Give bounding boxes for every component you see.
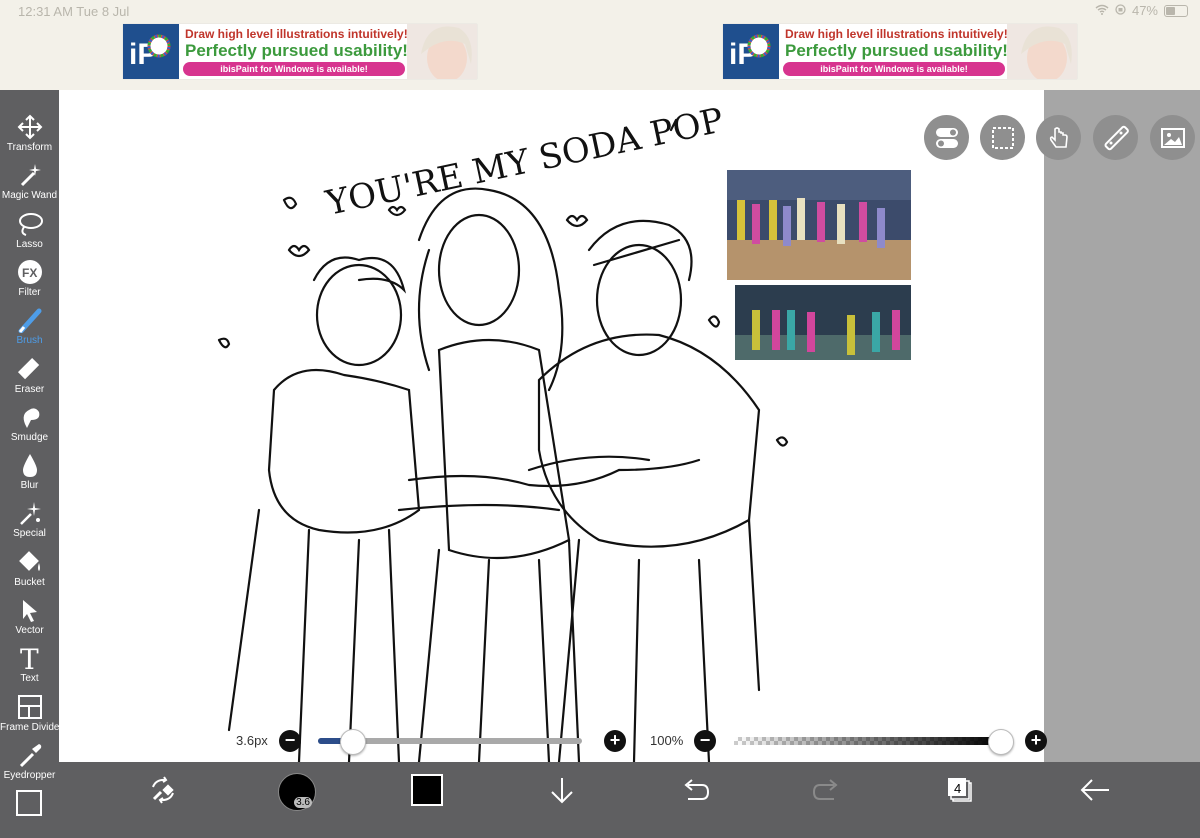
tool-label: Magic Wand xyxy=(1,190,58,202)
ad-line3: ibisPaint for Windows is available! xyxy=(783,62,1005,76)
text-icon: T xyxy=(0,645,59,671)
bottom-toolbar: 3.6 4 xyxy=(59,762,1200,818)
status-time: 12:31 AM Tue 8 Jul xyxy=(18,4,130,19)
opacity-slider-track[interactable] xyxy=(734,737,1000,745)
tool-blur[interactable]: Blur xyxy=(0,452,59,491)
battery-percent: 47% xyxy=(1131,3,1158,18)
brush-size-increase-button[interactable]: + xyxy=(604,730,626,752)
ad-banner-right[interactable]: iP Draw high level illustrations intuiti… xyxy=(723,24,1077,79)
svg-text:FX: FX xyxy=(22,266,37,280)
drawing-canvas[interactable]: YOU'RE MY SODA POP xyxy=(59,90,1044,762)
reference-image-icon[interactable] xyxy=(1150,115,1195,160)
tool-label: Vector xyxy=(15,625,44,636)
move-icon xyxy=(0,114,59,140)
tool-label: Special xyxy=(13,528,46,540)
eraser-icon xyxy=(0,356,59,382)
tool-label: Eyedropper xyxy=(3,769,56,781)
ad-line1: Draw high level illustrations intuitivel… xyxy=(785,27,1008,41)
wifi-icon xyxy=(1095,3,1109,18)
tool-label: Filter xyxy=(18,286,41,298)
canvas-frame-icon[interactable] xyxy=(16,790,42,816)
tool-brush[interactable]: Brush xyxy=(0,307,59,346)
lasso-icon xyxy=(0,211,59,237)
ad-character-image xyxy=(407,24,477,79)
tool-label: Lasso xyxy=(16,238,43,250)
ad-character-image xyxy=(1007,24,1077,79)
layer-count: 4 xyxy=(954,781,962,796)
tool-bucket[interactable]: Bucket xyxy=(0,549,59,588)
opacity-value: 100% xyxy=(650,733,684,748)
frame-divider-icon xyxy=(0,694,59,720)
brush-size-decrease-button[interactable]: − xyxy=(279,730,301,752)
toggle-switch-icon[interactable] xyxy=(924,115,969,160)
eyedropper-icon xyxy=(0,742,59,768)
ad-banner-left[interactable]: iP Draw high level illustrations intuiti… xyxy=(123,24,477,79)
tool-transform[interactable]: Transform xyxy=(0,114,59,153)
ibispaint-logo: iP xyxy=(123,24,179,79)
status-bar: 12:31 AM Tue 8 Jul 47% xyxy=(0,0,1200,22)
tool-label: Bucket xyxy=(14,576,45,588)
tool-lasso[interactable]: Lasso xyxy=(0,211,59,250)
tool-sidebar: Transform Magic Wand Lasso FX Filter Brush Era… xyxy=(0,90,63,838)
hand-touch-icon[interactable] xyxy=(1036,115,1081,160)
ibispaint-logo: iP xyxy=(723,24,779,79)
tool-eraser[interactable]: Eraser xyxy=(0,356,59,395)
swap-brush-eraser-icon[interactable] xyxy=(147,774,179,806)
fx-icon: FX xyxy=(0,259,59,285)
ad-line2: Perfectly pursued usability! xyxy=(185,41,408,60)
opacity-slider-knob[interactable] xyxy=(988,729,1014,755)
layers-button[interactable]: 4 xyxy=(944,774,976,806)
opacity-increase-button[interactable]: + xyxy=(1025,730,1047,752)
tool-label: Blur xyxy=(20,480,39,492)
ruler-icon[interactable] xyxy=(1093,115,1138,160)
smudge-icon xyxy=(0,404,59,430)
tool-label: Text xyxy=(20,673,39,685)
battery-icon xyxy=(1164,4,1188,17)
orientation-lock-icon xyxy=(1115,3,1126,18)
tool-text[interactable]: T Text xyxy=(0,645,59,684)
bucket-icon xyxy=(0,549,59,575)
redo-icon[interactable] xyxy=(811,774,843,806)
reference-image[interactable] xyxy=(727,170,911,360)
tool-frame-divider[interactable]: Frame Divider xyxy=(0,694,63,733)
opacity-decrease-button[interactable]: − xyxy=(694,730,716,752)
tool-special[interactable]: Special xyxy=(0,500,59,539)
magic-wand-icon xyxy=(0,162,59,188)
brush-size-preview-button[interactable]: 3.6 xyxy=(278,773,316,811)
color-swatch-button[interactable] xyxy=(411,774,443,806)
brush-icon xyxy=(0,307,59,334)
tool-vector[interactable]: Vector xyxy=(0,597,59,636)
undo-icon[interactable] xyxy=(679,774,711,806)
sparkle-icon xyxy=(0,500,59,526)
tool-magic-wand[interactable]: Magic Wand xyxy=(0,162,59,201)
svg-text:T: T xyxy=(20,645,39,671)
tool-label: Frame Divider xyxy=(0,721,63,733)
brush-size-preview-value: 3.6 xyxy=(294,797,312,808)
down-arrow-icon[interactable] xyxy=(546,774,578,806)
tool-label: Eraser xyxy=(14,383,45,395)
tool-eyedropper[interactable]: Eyedropper xyxy=(0,742,59,781)
tool-smudge[interactable]: Smudge xyxy=(0,404,59,443)
selection-rectangle-icon[interactable] xyxy=(980,115,1025,160)
status-right: 47% xyxy=(1095,3,1188,18)
tool-label: Transform xyxy=(6,142,53,153)
tool-filter[interactable]: FX Filter xyxy=(0,259,59,298)
ad-line3: ibisPaint for Windows is available! xyxy=(183,62,405,76)
ad-line2: Perfectly pursued usability! xyxy=(785,41,1008,60)
bottom-edge xyxy=(0,818,1200,838)
blur-drop-icon xyxy=(0,452,59,478)
ad-line1: Draw high level illustrations intuitivel… xyxy=(185,27,408,41)
brush-size-value: 3.6px xyxy=(236,733,268,748)
tool-label: Brush xyxy=(16,335,43,347)
vector-cursor-icon xyxy=(0,597,59,623)
tool-label: Smudge xyxy=(10,431,49,443)
back-arrow-icon[interactable] xyxy=(1077,774,1113,806)
